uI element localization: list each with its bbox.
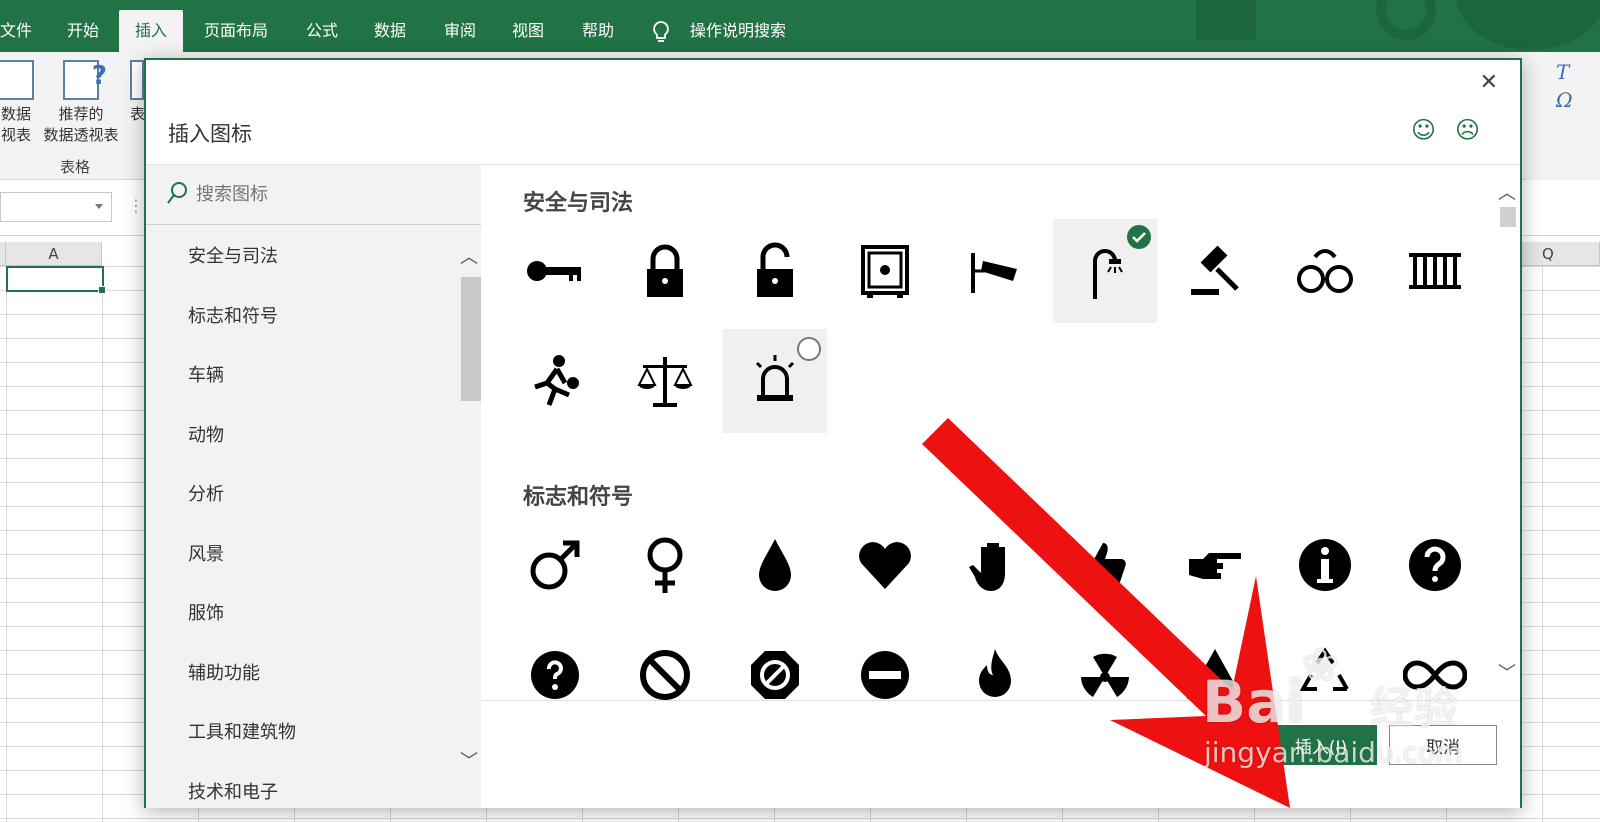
watermark-brand-cn: 经验 bbox=[1370, 683, 1458, 734]
female-icon[interactable] bbox=[613, 513, 717, 617]
smile-feedback-icon[interactable]: ☺ bbox=[1411, 116, 1436, 144]
icon-gallery: 安全与司法 标志和符号 bbox=[481, 165, 1520, 700]
scrollbar-thumb[interactable] bbox=[461, 277, 481, 401]
thief-icon[interactable] bbox=[503, 329, 607, 433]
category-item[interactable]: 服饰 bbox=[146, 584, 461, 644]
recommended-pivot-icon: ? bbox=[63, 60, 107, 100]
close-icon[interactable]: ✕ bbox=[1480, 70, 1498, 95]
category-scrollbar[interactable] bbox=[461, 227, 481, 807]
lightbulb-icon bbox=[652, 10, 670, 52]
chevron-down-icon[interactable]: ﹀ bbox=[460, 747, 478, 773]
symbol-icon[interactable]: Ω bbox=[1556, 88, 1573, 112]
question-icon[interactable] bbox=[1383, 513, 1487, 617]
search-box bbox=[146, 165, 481, 225]
chevron-up-icon[interactable]: ︿ bbox=[460, 243, 478, 269]
recommended-pivot-button[interactable]: ? 推荐的 数据透视表 bbox=[38, 60, 124, 146]
tab-file[interactable]: 文件 bbox=[0, 10, 32, 52]
paw-logo-icon: ❀ bbox=[1302, 640, 1339, 691]
section-title-security: 安全与司法 bbox=[523, 191, 634, 216]
recommended-pivot-label-1: 推荐的 bbox=[58, 105, 104, 123]
category-item[interactable]: 车辆 bbox=[146, 346, 461, 406]
chevron-down-icon bbox=[95, 204, 103, 209]
category-item[interactable]: 动物 bbox=[146, 406, 461, 466]
category-item[interactable]: 风景 bbox=[146, 525, 461, 585]
radioactive-icon[interactable] bbox=[1053, 623, 1157, 700]
key-icon[interactable] bbox=[503, 219, 607, 323]
watermark-brand: Bai bbox=[1202, 668, 1306, 736]
no-entry-icon[interactable] bbox=[833, 623, 937, 700]
thumbs-up-icon[interactable] bbox=[1053, 513, 1157, 617]
table-icon bbox=[130, 60, 144, 100]
category-item[interactable]: 工具和建筑物 bbox=[146, 703, 461, 763]
street-light-icon[interactable] bbox=[1053, 219, 1157, 323]
pivot-table-icon bbox=[0, 60, 34, 100]
pivot-table-button[interactable]: 数据 视表 bbox=[0, 60, 40, 146]
tab-home[interactable]: 开始 bbox=[67, 10, 99, 52]
column-header-q[interactable]: Q bbox=[1522, 242, 1600, 266]
jail-icon[interactable] bbox=[1383, 219, 1487, 323]
table-label: 表 bbox=[130, 105, 144, 123]
no-icon[interactable] bbox=[613, 623, 717, 700]
tab-formulas[interactable]: 公式 bbox=[306, 10, 338, 52]
siren-icon[interactable] bbox=[723, 329, 827, 433]
unlock-icon[interactable] bbox=[723, 219, 827, 323]
watermark-url: jingyan.baidu.com bbox=[1204, 736, 1463, 769]
text-icon[interactable]: T bbox=[1556, 60, 1569, 84]
insert-icons-dialog: ✕ 插入图标 ☺ ☹ 安全与司法 标志和符号 车辆 动物 分析 风景 服饰 辅助… bbox=[144, 58, 1522, 808]
fire-icon[interactable] bbox=[943, 623, 1047, 700]
category-item[interactable]: 辅助功能 bbox=[146, 644, 461, 704]
category-pane: 安全与司法 标志和符号 车辆 动物 分析 风景 服饰 辅助功能 工具和建筑物 技… bbox=[146, 165, 481, 808]
hand-icon[interactable] bbox=[943, 513, 1047, 617]
recommended-pivot-label-2: 数据透视表 bbox=[43, 126, 119, 144]
scales-icon[interactable] bbox=[613, 329, 717, 433]
heart-icon[interactable] bbox=[833, 513, 937, 617]
tab-data[interactable]: 数据 bbox=[374, 10, 406, 52]
category-list: 安全与司法 标志和符号 车辆 动物 分析 风景 服饰 辅助功能 工具和建筑物 技… bbox=[146, 227, 461, 808]
chevron-down-icon[interactable]: ﹀ bbox=[1498, 659, 1516, 685]
gavel-icon[interactable] bbox=[1163, 219, 1267, 323]
search-input[interactable] bbox=[196, 179, 456, 209]
name-box[interactable] bbox=[0, 192, 112, 222]
tell-me-search[interactable]: 操作说明搜索 bbox=[690, 10, 786, 52]
dialog-title: 插入图标 bbox=[168, 122, 252, 146]
category-item[interactable]: 技术和电子 bbox=[146, 763, 461, 809]
handcuffs-icon[interactable] bbox=[1273, 219, 1377, 323]
lock-icon[interactable] bbox=[613, 219, 717, 323]
forbidden-icon[interactable] bbox=[723, 623, 827, 700]
banner-decoration bbox=[1376, 0, 1436, 40]
selected-check-icon bbox=[1127, 225, 1151, 249]
column-header-a[interactable]: A bbox=[6, 242, 102, 266]
drop-icon[interactable] bbox=[723, 513, 827, 617]
scrollbar-thumb[interactable] bbox=[1500, 207, 1516, 227]
category-item[interactable]: 安全与司法 bbox=[146, 227, 461, 287]
chevron-up-icon[interactable]: ︿ bbox=[1498, 179, 1516, 205]
tab-view[interactable]: 视图 bbox=[512, 10, 544, 52]
frown-feedback-icon[interactable]: ☹ bbox=[1455, 116, 1480, 144]
pivot-table-label-1: 数据 bbox=[0, 105, 31, 123]
banner-decoration bbox=[1196, 0, 1256, 40]
tab-review[interactable]: 审阅 bbox=[444, 10, 476, 52]
question-bubble-icon[interactable] bbox=[503, 623, 607, 700]
unselected-circle-icon bbox=[797, 337, 821, 361]
pivot-table-label-2: 视表 bbox=[0, 126, 31, 144]
tab-help[interactable]: 帮助 bbox=[582, 10, 614, 52]
tab-page-layout[interactable]: 页面布局 bbox=[204, 10, 268, 52]
security-camera-icon[interactable] bbox=[943, 219, 1047, 323]
tab-insert[interactable]: 插入 bbox=[119, 10, 184, 52]
banner-decoration bbox=[1456, 0, 1600, 50]
active-cell[interactable] bbox=[6, 266, 106, 294]
safe-icon[interactable] bbox=[833, 219, 937, 323]
search-icon bbox=[167, 182, 187, 204]
more-dots-icon: ⋮ bbox=[128, 196, 144, 215]
table-button[interactable]: 表 bbox=[130, 60, 144, 125]
section-title-signs: 标志和符号 bbox=[523, 485, 634, 510]
male-icon[interactable] bbox=[503, 513, 607, 617]
info-icon[interactable] bbox=[1273, 513, 1377, 617]
gallery-scrollbar[interactable]: ︿ ﹀ bbox=[1498, 165, 1518, 700]
category-item[interactable]: 标志和符号 bbox=[146, 287, 461, 347]
ribbon-tabbar: 文件 开始 插入 页面布局 公式 数据 审阅 视图 帮助 操作说明搜索 bbox=[0, 0, 1600, 52]
group-label-tables: 表格 bbox=[60, 158, 91, 176]
pointing-hand-icon[interactable] bbox=[1163, 513, 1267, 617]
category-item[interactable]: 分析 bbox=[146, 465, 461, 525]
